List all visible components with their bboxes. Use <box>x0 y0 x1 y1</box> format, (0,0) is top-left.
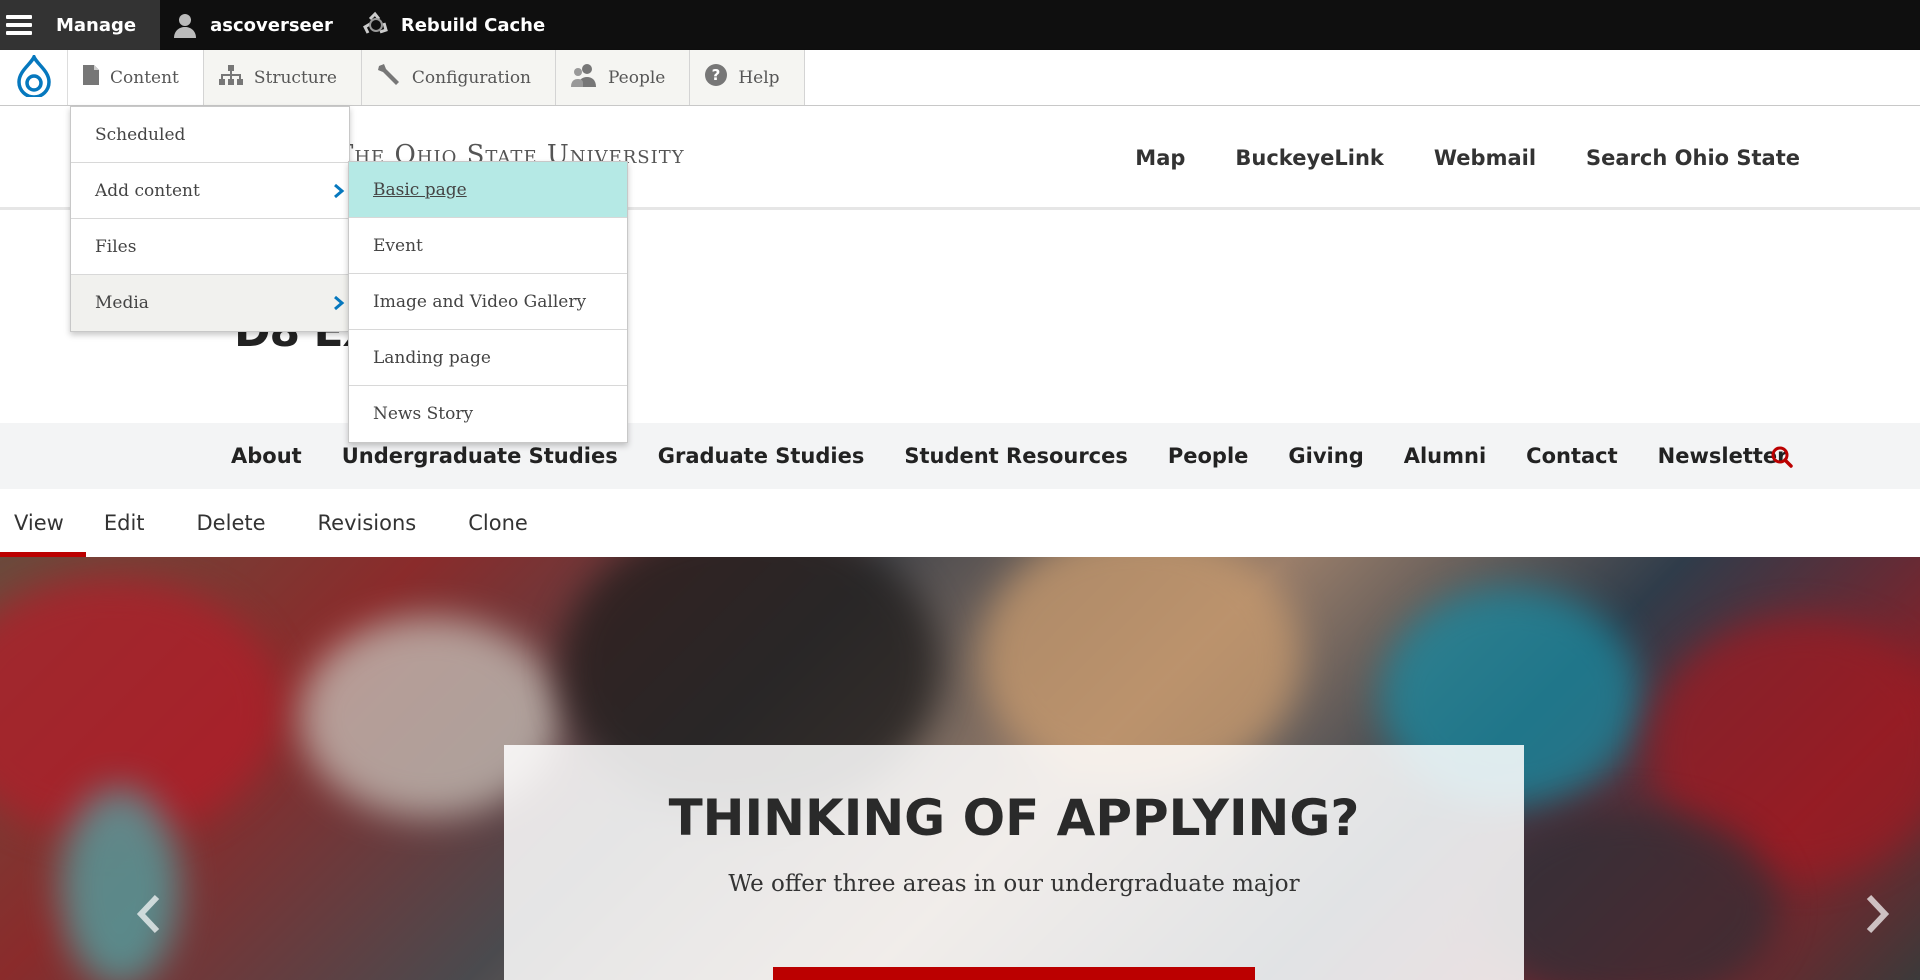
submenu-item-image-video-gallery[interactable]: Image and Video Gallery <box>349 274 627 330</box>
manage-label: Manage <box>56 14 137 36</box>
tray-item-label: People <box>608 67 666 88</box>
submenu-item-event[interactable]: Event <box>349 218 627 274</box>
hero-heading: THINKING OF APPLYING? <box>668 789 1360 847</box>
utility-link-map[interactable]: Map <box>1135 146 1185 170</box>
tray-item-people[interactable]: People <box>556 50 691 105</box>
menu-item-media[interactable]: Media <box>71 275 349 331</box>
user-label: ascoverseer <box>210 14 333 36</box>
hero-card: THINKING OF APPLYING? We offer three are… <box>504 745 1524 980</box>
tray-item-help[interactable]: ? Help <box>690 50 805 105</box>
tray-item-content[interactable]: Content <box>68 50 204 105</box>
chevron-left-icon <box>135 894 161 938</box>
submenu-item-label: News Story <box>373 404 474 424</box>
chevron-right-icon <box>1865 894 1891 938</box>
nav-item-contact[interactable]: Contact <box>1526 444 1618 468</box>
submenu-item-label: Landing page <box>373 347 491 368</box>
drupal-drop-icon <box>16 52 51 101</box>
search-icon[interactable] <box>1770 445 1794 473</box>
chevron-right-icon <box>333 183 345 204</box>
menu-item-label: Files <box>95 236 137 257</box>
nav-item-people[interactable]: People <box>1168 444 1249 468</box>
main-nav: About Undergraduate Studies Graduate Stu… <box>0 423 1920 489</box>
menu-item-add-content[interactable]: Add content <box>71 163 349 219</box>
drupal-home-link[interactable] <box>0 50 68 105</box>
menu-item-scheduled[interactable]: Scheduled <box>71 107 349 163</box>
add-content-submenu: Basic page Event Image and Video Gallery… <box>348 161 628 443</box>
utility-link-buckeyelink[interactable]: BuckeyeLink <box>1235 146 1383 170</box>
user-menu-button[interactable]: ascoverseer <box>160 0 353 50</box>
submenu-item-label: Event <box>373 235 423 256</box>
people-icon <box>570 63 598 92</box>
nav-item-undergraduate-studies[interactable]: Undergraduate Studies <box>342 444 618 468</box>
submenu-item-landing-page[interactable]: Landing page <box>349 330 627 386</box>
menu-item-label: Add content <box>95 180 200 201</box>
nav-item-giving[interactable]: Giving <box>1288 444 1363 468</box>
tab-view[interactable]: View <box>0 489 86 557</box>
nav-item-newsletter[interactable]: Newsletter <box>1658 444 1788 468</box>
user-icon <box>170 10 200 40</box>
tab-revisions[interactable]: Revisions <box>292 489 443 557</box>
submenu-item-basic-page[interactable]: Basic page <box>349 162 627 218</box>
page-icon <box>82 64 100 91</box>
utility-link-webmail[interactable]: Webmail <box>1434 146 1536 170</box>
tray-item-configuration[interactable]: Configuration <box>361 50 556 105</box>
wrench-icon <box>376 63 402 92</box>
sitemap-icon <box>218 64 244 91</box>
local-tasks-tabs: View Edit Delete Revisions Clone <box>0 489 1920 557</box>
recycle-icon <box>361 10 391 40</box>
help-icon: ? <box>704 63 728 92</box>
nav-item-about[interactable]: About <box>231 444 302 468</box>
utility-link-search[interactable]: Search Ohio State <box>1586 146 1800 170</box>
tab-edit[interactable]: Edit <box>78 489 171 557</box>
nav-item-graduate-studies[interactable]: Graduate Studies <box>658 444 865 468</box>
tray-item-label: Configuration <box>411 67 531 88</box>
hero-slideshow: THINKING OF APPLYING? We offer three are… <box>0 557 1920 980</box>
svg-text:?: ? <box>712 66 721 84</box>
submenu-item-label: Image and Video Gallery <box>373 291 587 312</box>
rebuild-cache-button[interactable]: Rebuild Cache <box>353 0 565 50</box>
menu-item-label: Media <box>95 293 149 313</box>
menu-item-files[interactable]: Files <box>71 219 349 275</box>
nav-item-student-resources[interactable]: Student Resources <box>904 444 1128 468</box>
tab-clone[interactable]: Clone <box>442 489 554 557</box>
hero-cta-button[interactable] <box>773 967 1255 980</box>
submenu-item-news-story[interactable]: News Story <box>349 386 627 442</box>
nav-item-alumni[interactable]: Alumni <box>1404 444 1486 468</box>
admin-tray: Content Structure Configuration People ?… <box>0 50 1920 106</box>
chevron-right-icon <box>333 295 345 316</box>
hamburger-icon <box>4 10 34 40</box>
manage-button[interactable]: Manage <box>0 0 161 50</box>
tray-item-label: Structure <box>253 67 337 88</box>
tray-item-structure[interactable]: Structure <box>203 50 362 105</box>
carousel-next-button[interactable] <box>1858 892 1898 940</box>
tray-item-label: Content <box>110 67 179 88</box>
utility-nav: Map BuckeyeLink Webmail Search Ohio Stat… <box>1135 146 1800 170</box>
content-menu: Scheduled Add content Files Media <box>70 106 350 332</box>
tab-delete[interactable]: Delete <box>171 489 292 557</box>
submenu-item-label: Basic page <box>373 179 467 200</box>
rebuild-cache-label: Rebuild Cache <box>400 14 546 36</box>
admin-toolbar: Manage ascoverseer Rebuild Cache <box>0 0 1920 50</box>
tray-item-label: Help <box>738 67 780 88</box>
carousel-prev-button[interactable] <box>128 892 168 940</box>
hero-subtext: We offer three areas in our undergraduat… <box>728 871 1300 897</box>
menu-item-label: Scheduled <box>95 124 186 145</box>
